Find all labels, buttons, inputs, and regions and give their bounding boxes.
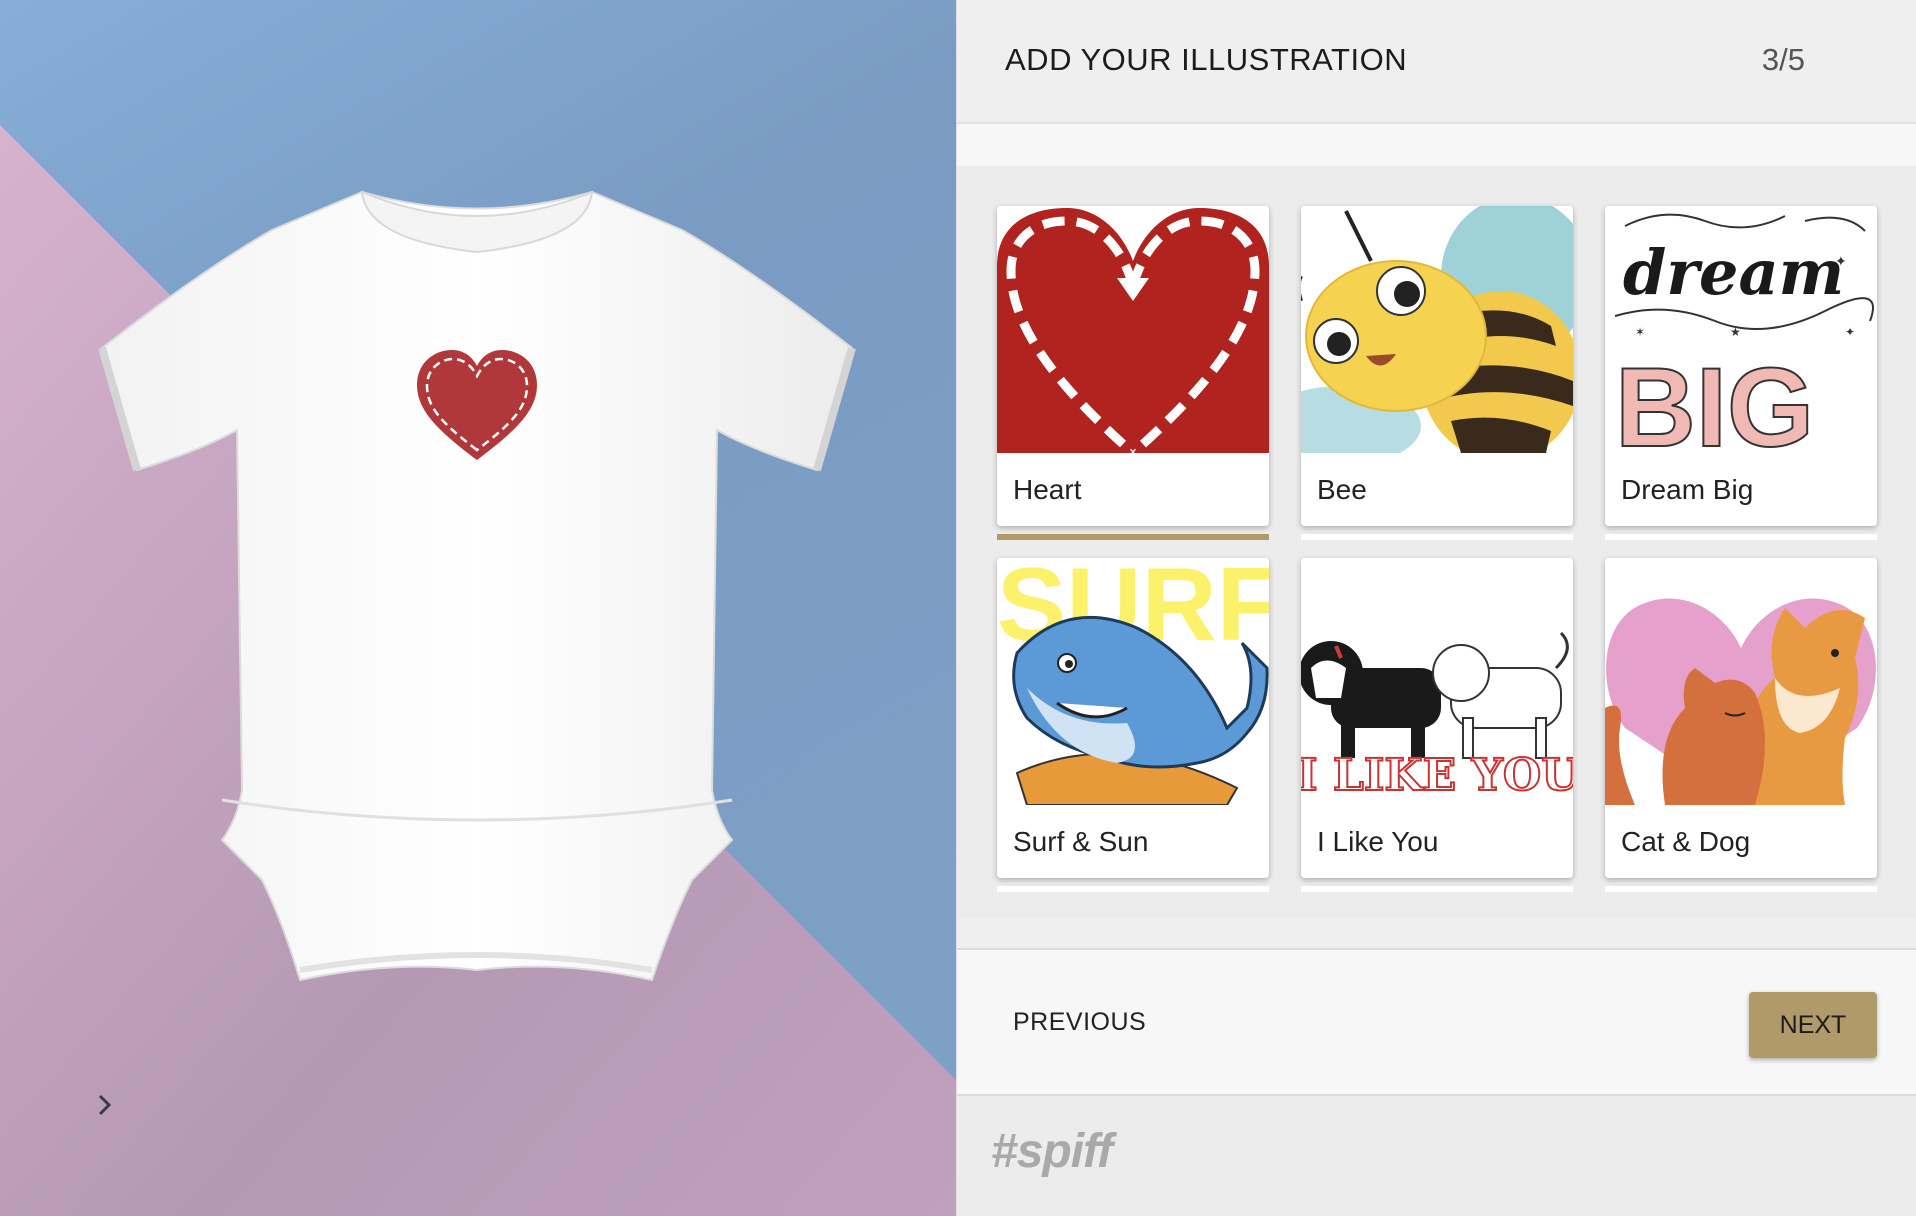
card-label: Bee [1317,474,1367,505]
footer: #spiff [957,1096,1916,1216]
svg-text:dream: dream [1623,236,1844,309]
step-navigation: PREVIOUS NEXT [957,948,1916,1096]
card-underline [1605,886,1877,892]
card-underline [1301,886,1573,892]
surf-sun-thumbnail: SURF [997,558,1269,805]
illustration-card-bee[interactable]: Bee [1301,206,1573,526]
card-underline [997,886,1269,892]
illustration-card-heart[interactable]: Heart [997,206,1269,526]
svg-text:BIG: BIG [1615,345,1814,453]
chevron-right-icon[interactable] [90,1090,120,1120]
illustration-card-i-like-you[interactable]: I LIKE YOU I Like You [1301,558,1573,878]
dream-big-thumbnail: dream ✦ ★ ✶ ✦ BIG [1605,206,1877,453]
svg-text:✶: ✶ [1635,325,1645,339]
svg-text:★: ★ [1730,325,1741,339]
step-counter: 3/5 [1761,42,1805,77]
product-preview [0,0,956,1216]
illustration-card-cat-dog[interactable]: Cat & Dog [1605,558,1877,878]
heart-thumbnail [997,206,1269,453]
customizer-panel: ADD YOUR ILLUSTRATION 3/5 Heart Bee drea… [956,0,1916,1216]
spiff-logo: #spiff [991,1125,1113,1178]
illustration-grid: Heart Bee dream ✦ ★ ✶ ✦ BIG Dream Big SU… [957,166,1916,918]
onesie-garment [98,190,856,982]
card-label: I Like You [1317,826,1439,857]
card-label: Dream Big [1621,474,1754,505]
card-label: Heart [1013,474,1082,505]
card-label: Surf & Sun [1013,826,1149,857]
svg-text:I LIKE YOU: I LIKE YOU [1301,750,1573,801]
next-button[interactable]: NEXT [1749,992,1877,1058]
cat-dog-thumbnail [1605,558,1877,805]
previous-button[interactable]: PREVIOUS [1013,1008,1146,1037]
card-label: Cat & Dog [1621,826,1751,857]
card-underline [1301,534,1573,540]
bee-thumbnail [1301,206,1573,453]
illustration-card-surf-sun[interactable]: SURF Surf & Sun [997,558,1269,878]
selected-indicator [997,534,1269,540]
illustration-section: Heart Bee dream ✦ ★ ✶ ✦ BIG Dream Big SU… [957,124,1916,918]
illustration-card-dream-big[interactable]: dream ✦ ★ ✶ ✦ BIG Dream Big [1605,206,1877,526]
svg-text:✦: ✦ [1835,253,1847,269]
panel-header: ADD YOUR ILLUSTRATION 3/5 [957,0,1916,124]
i-like-you-thumbnail: I LIKE YOU [1301,558,1573,805]
card-underline [1605,534,1877,540]
svg-text:✦: ✦ [1845,325,1855,339]
page-title: ADD YOUR ILLUSTRATION [1005,42,1408,77]
